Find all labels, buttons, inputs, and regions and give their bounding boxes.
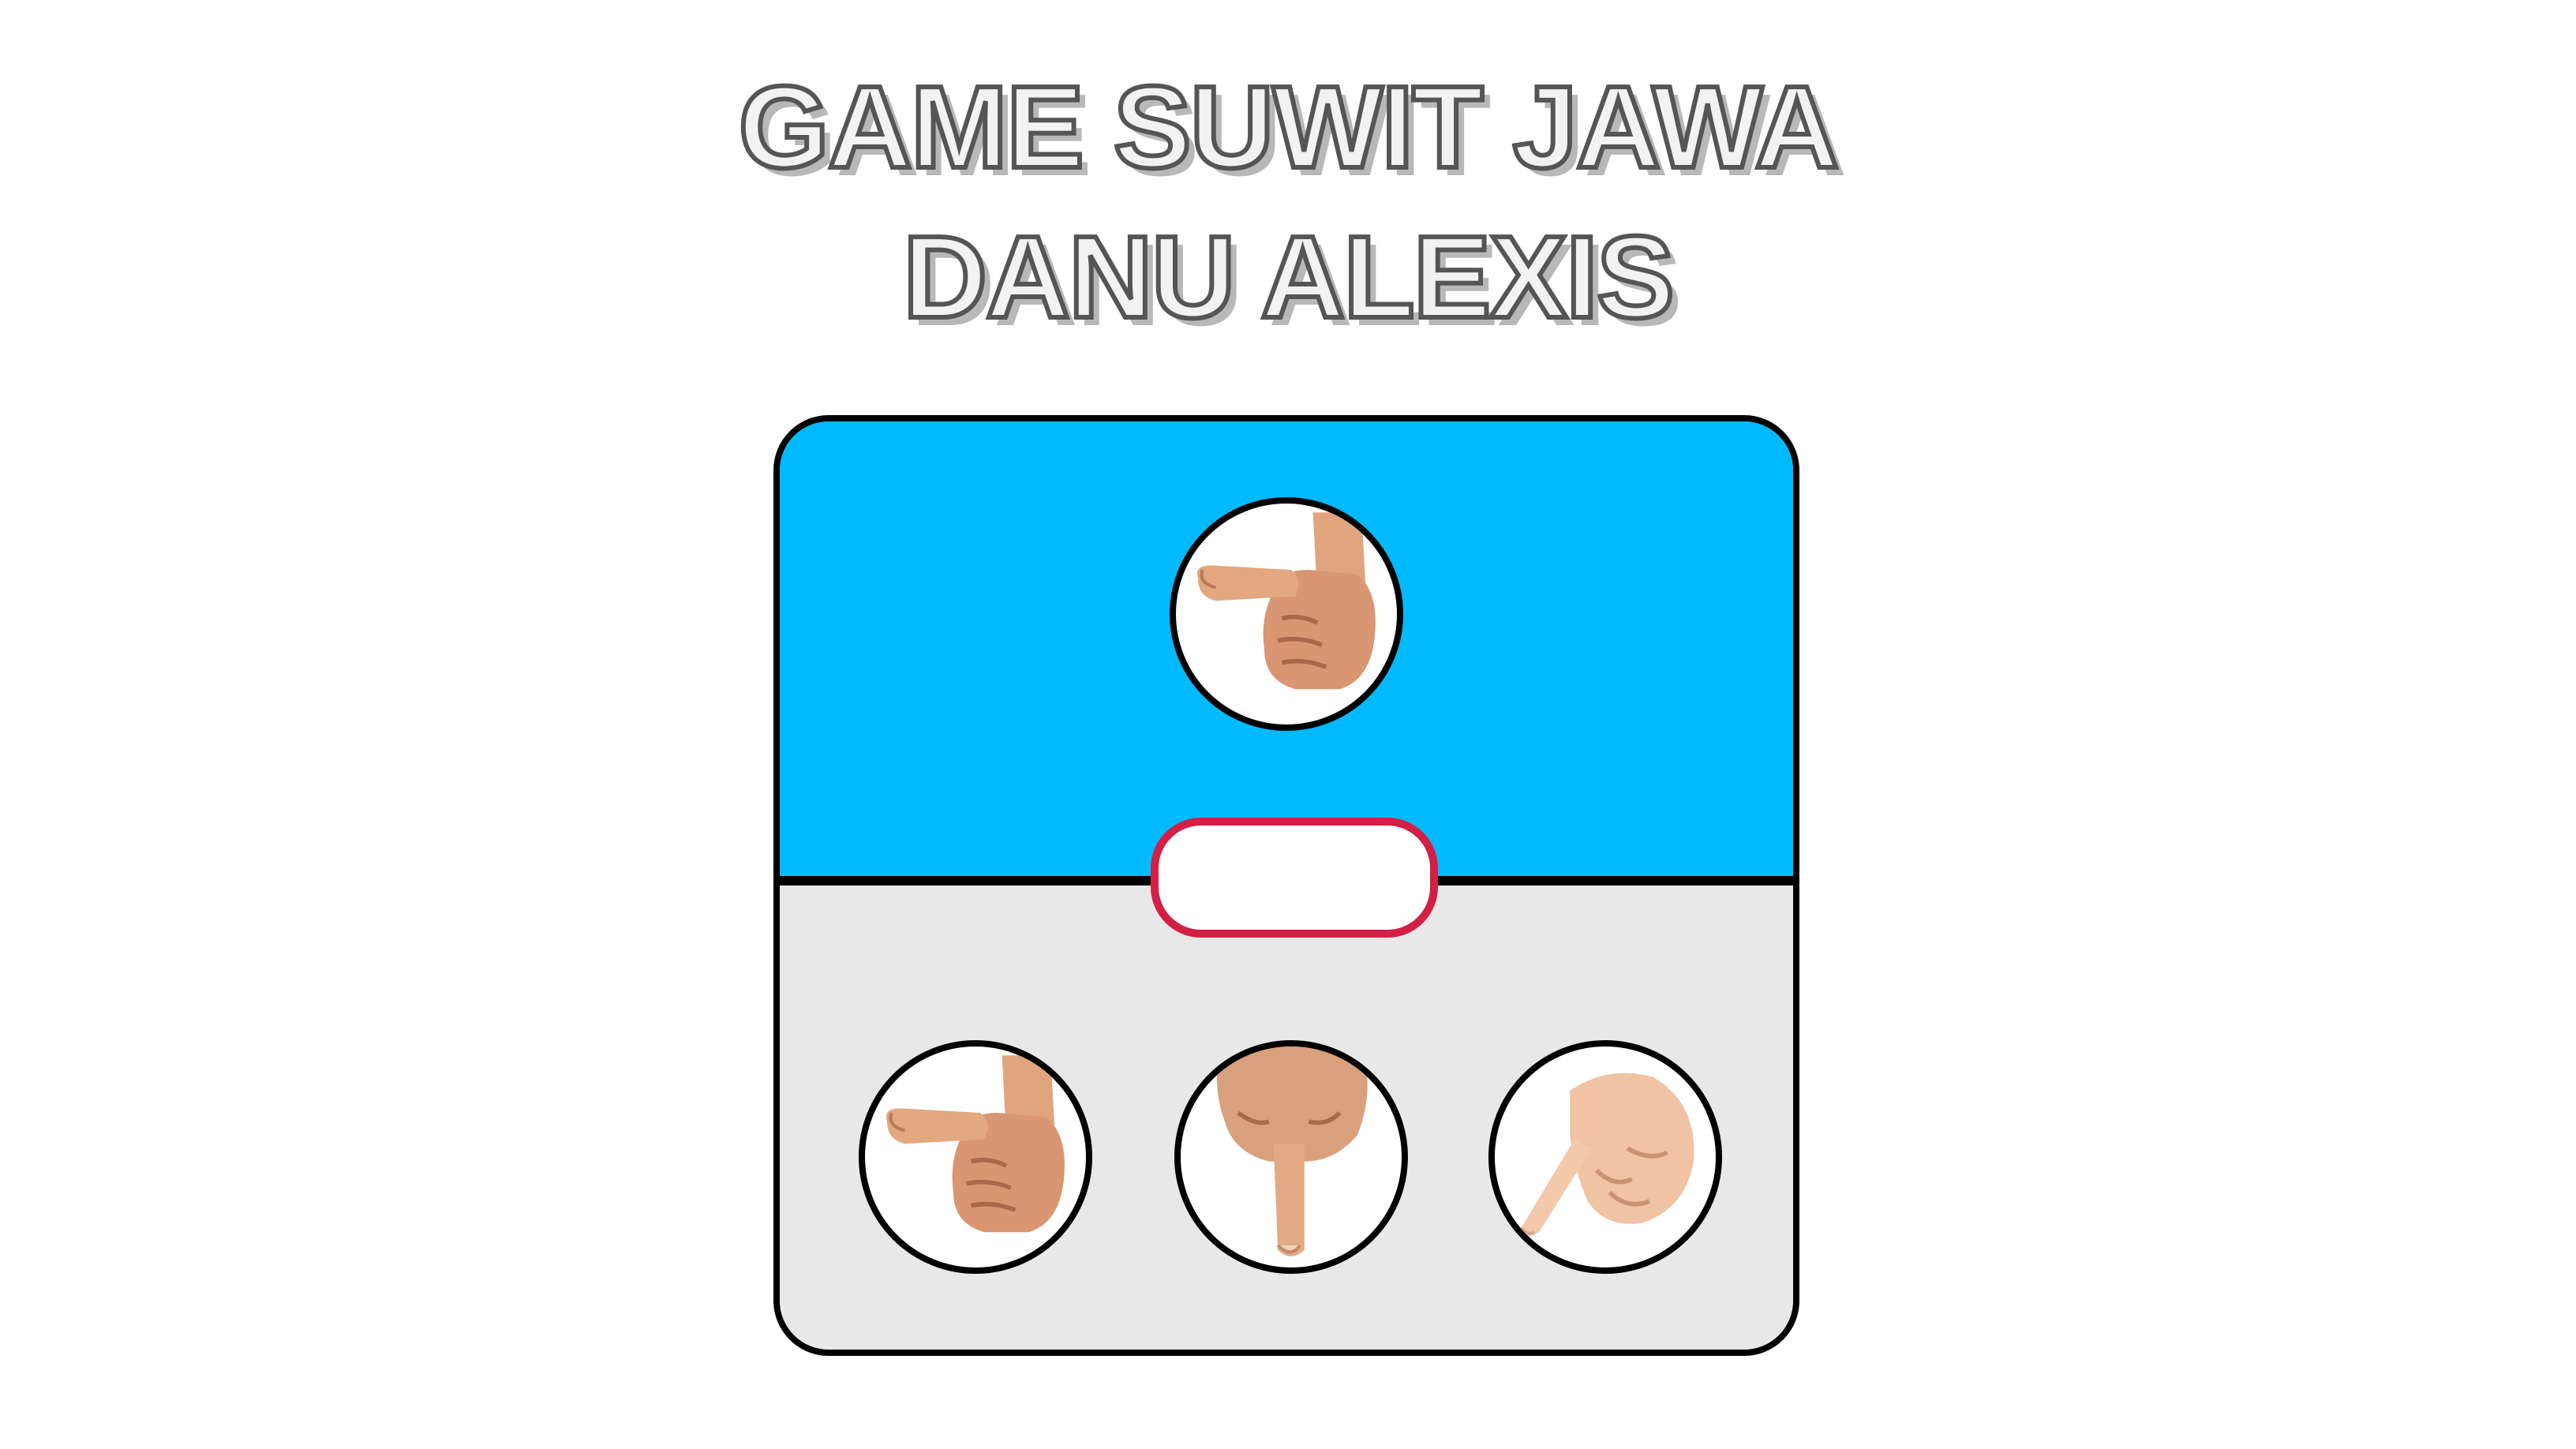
- game-subtitle: DANU ALEXIS: [900, 212, 1677, 343]
- player-choice-orang[interactable]: [1174, 1040, 1408, 1274]
- game-title: GAME SUWIT JAWA: [736, 62, 1841, 193]
- player-choice-gajah[interactable]: [859, 1040, 1092, 1274]
- pinky-finger-semut-icon: [1519, 1073, 1694, 1236]
- index-finger-orang-icon: [1216, 1046, 1368, 1256]
- thumb-gajah-icon: [886, 1055, 1065, 1233]
- thumb-gajah-icon: [1196, 512, 1376, 690]
- computer-choice: [1170, 497, 1403, 731]
- result-display: [1151, 818, 1438, 938]
- player-choice-semut[interactable]: [1488, 1040, 1722, 1274]
